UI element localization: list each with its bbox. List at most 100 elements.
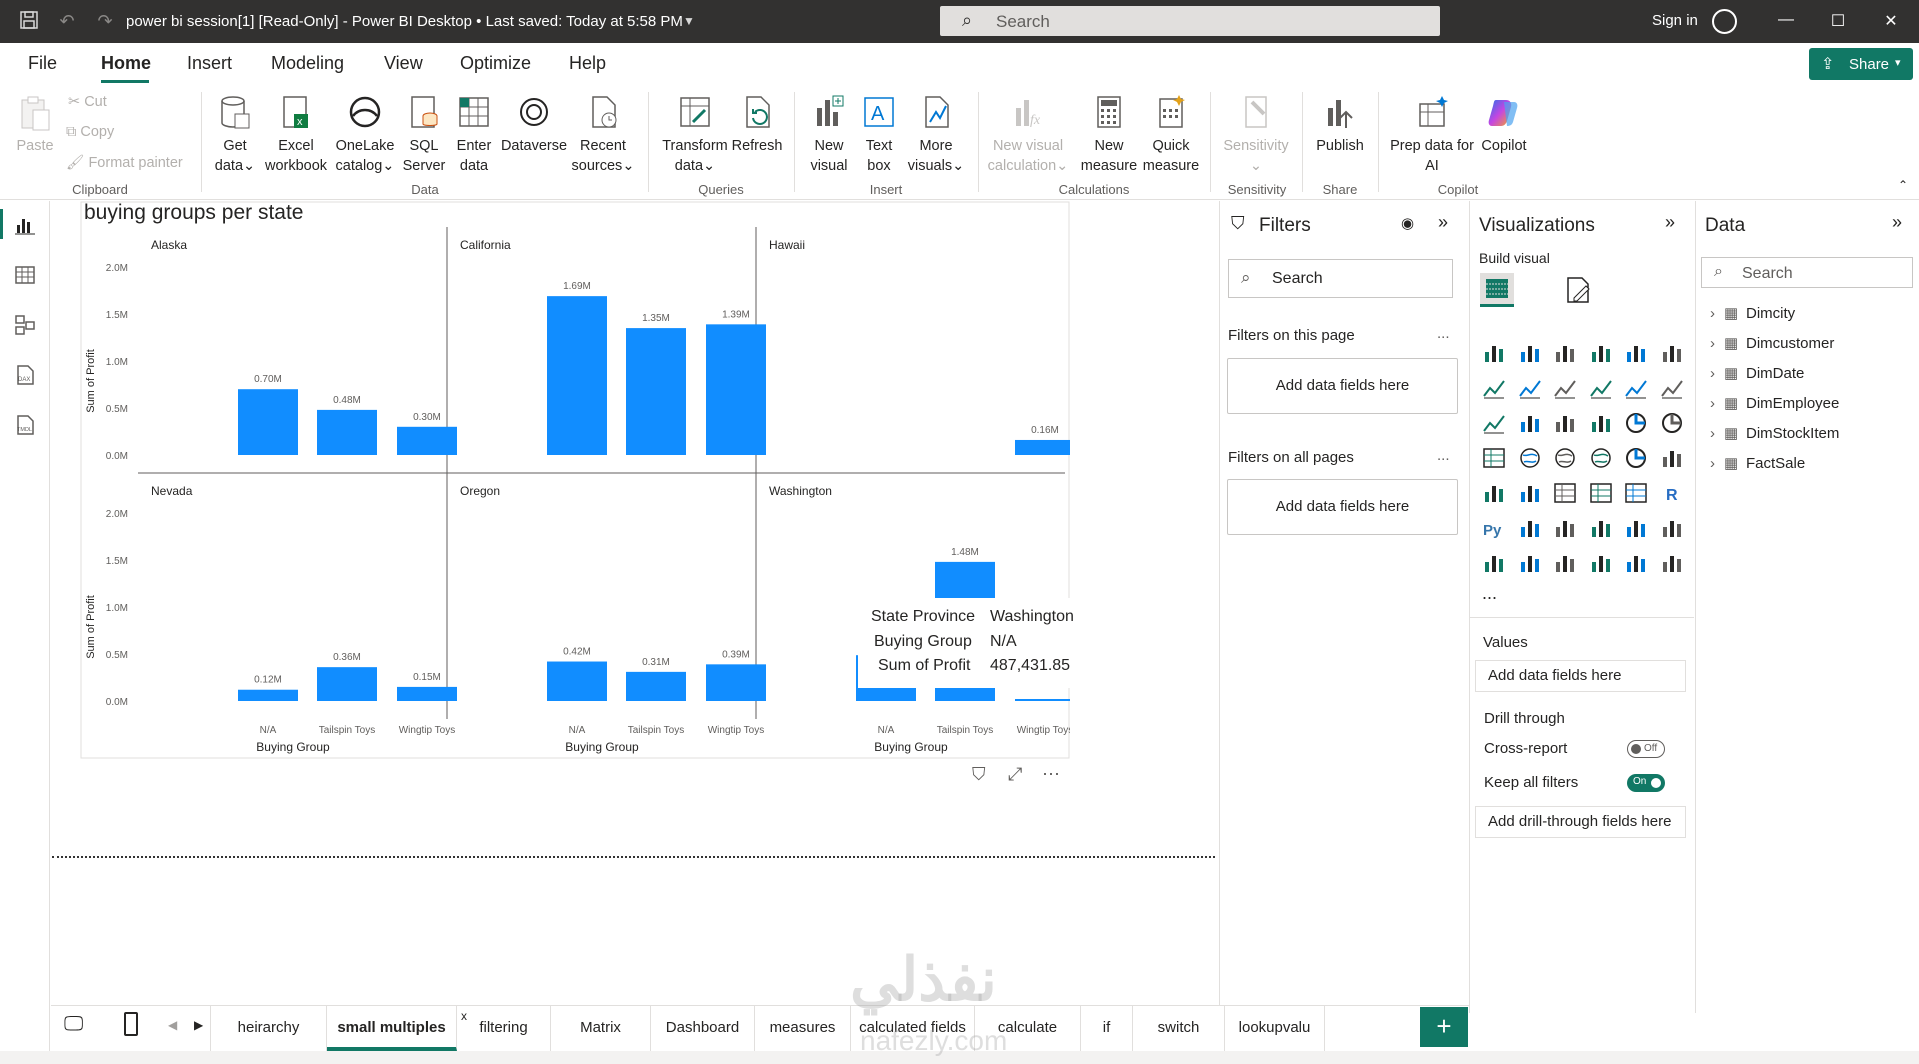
format-painter-button[interactable]: 🖌 Format painter [66,154,183,171]
clustered-column-chart-icon[interactable] [1588,340,1614,366]
pie-chart-icon[interactable] [1623,410,1649,436]
narrative-icon[interactable] [1623,550,1649,576]
decomposition-tree-icon[interactable] [1552,515,1578,541]
more-options-icon[interactable]: ... [1437,447,1450,464]
copilot-button[interactable]: Copilot [1474,94,1534,156]
report-view-icon[interactable] [13,213,37,237]
page-tab[interactable]: switch [1133,1005,1225,1051]
refresh-button[interactable]: Refresh [730,94,784,156]
redo-icon[interactable]: ↷ [94,10,116,32]
slicer-icon[interactable] [1552,480,1578,506]
cross-report-toggle[interactable]: Off [1627,740,1665,758]
area-chart-icon[interactable] [1517,375,1543,401]
minimize-icon[interactable]: — [1776,11,1796,29]
table-item[interactable]: › ▦ DimEmployee [1710,394,1839,412]
table-item[interactable]: › ▦ DimDate [1710,364,1804,382]
r-script-visual-icon[interactable]: R [1659,480,1685,506]
collapse-data-icon[interactable]: » [1892,212,1902,233]
add-page-button[interactable]: + [1420,1007,1468,1047]
collapse-filters-icon[interactable]: » [1438,212,1448,233]
menu-tab-insert[interactable]: Insert [187,53,232,74]
close-icon[interactable]: ✕ [1881,11,1901,31]
card-icon[interactable] [1659,445,1685,471]
close-page-icon[interactable]: x [461,1009,467,1023]
kpi-icon[interactable] [1517,480,1543,506]
menu-tab-optimize[interactable]: Optimize [460,53,531,74]
build-visual-tab[interactable] [1480,273,1514,307]
new-visual-calculation-button[interactable]: fx New visual calculation⌄ [986,94,1070,176]
model-view-icon[interactable] [13,313,37,337]
eye-icon[interactable]: ◉ [1401,214,1414,232]
transform-data-button[interactable]: Transform data⌄ [658,94,732,176]
paste-button[interactable]: Paste [14,94,56,156]
stacked-column-chart-icon[interactable] [1517,340,1543,366]
scatter-chart-icon[interactable] [1588,410,1614,436]
funnel-chart-icon[interactable] [1552,410,1578,436]
100-percent-bar-chart-icon[interactable] [1623,340,1649,366]
new-measure-button[interactable]: New measure [1078,94,1140,176]
filled-map-icon[interactable] [1552,445,1578,471]
page-tab[interactable]: if [1081,1005,1133,1051]
paginated-report-icon[interactable] [1481,550,1507,576]
share-button[interactable]: ⇪ Share ▾ [1809,48,1913,80]
desktop-layout-icon[interactable]: 🖵 [64,1013,83,1036]
gauge-icon[interactable] [1623,445,1649,471]
page-tab[interactable]: Dashboard [651,1005,755,1051]
save-icon[interactable] [18,10,40,32]
quick-measure-button[interactable]: Quick measure [1140,94,1202,176]
menu-tab-modeling[interactable]: Modeling [271,53,344,74]
stacked-bar-chart-icon[interactable] [1481,340,1507,366]
multi-row-card-icon[interactable] [1481,480,1507,506]
100-percent-column-chart-icon[interactable] [1659,340,1685,366]
copy-button[interactable]: ⧉ Copy [66,124,114,140]
excel-workbook-button[interactable]: x Excel workbook [262,94,330,176]
100-percent-area-chart-icon[interactable] [1588,375,1614,401]
menu-tab-file[interactable]: File [28,53,57,74]
more-options-icon[interactable]: ... [1437,325,1450,342]
undo-icon[interactable]: ↶ [56,10,78,32]
clustered-bar-chart-icon[interactable] [1552,340,1578,366]
treemap-icon[interactable] [1481,445,1507,471]
page-tab[interactable]: small multiples [327,1005,457,1051]
dataverse-button[interactable]: Dataverse [500,94,568,156]
ribbon-chart-icon[interactable] [1481,410,1507,436]
line-chart-icon[interactable] [1481,375,1507,401]
waterfall-chart-icon[interactable] [1517,410,1543,436]
fabric-visual-icon[interactable] [1659,550,1685,576]
smart-narrative-icon[interactable] [1623,515,1649,541]
more-visuals-button[interactable]: More visuals⌄ [904,94,968,176]
table-item[interactable]: › ▦ Dimcity [1710,304,1795,322]
menu-tab-view[interactable]: View [384,53,423,74]
maximize-icon[interactable]: ☐ [1828,11,1848,31]
table-item[interactable]: › ▦ Dimcustomer [1710,334,1834,352]
azure-map-icon[interactable] [1588,445,1614,471]
onelake-catalog-button[interactable]: OneLake catalog⌄ [332,94,398,176]
page-tab[interactable]: Matrix [551,1005,651,1051]
table-icon[interactable] [1588,480,1614,506]
publish-button[interactable]: Publish [1310,94,1370,156]
page-tab[interactable]: heirarchy [211,1005,327,1051]
data-search-input[interactable]: ⌕ Search [1701,257,1913,288]
page-tab[interactable]: filtering [457,1005,551,1051]
mobile-layout-icon[interactable] [124,1012,138,1036]
power-automate-icon[interactable] [1552,550,1578,576]
enter-data-button[interactable]: Enter data [450,94,498,176]
focus-mode-icon[interactable]: ⤢ [1008,764,1022,785]
python-visual-icon[interactable]: Py [1481,515,1507,541]
title-search-box[interactable]: ⌕ Search [940,6,1440,36]
scroll-right-icon[interactable]: ▶ [194,1018,203,1032]
drill-through-well[interactable]: Add drill-through fields here [1475,806,1686,838]
tmdl-view-icon[interactable]: TMDL [13,413,37,437]
sign-in-link[interactable]: Sign in [1652,12,1698,29]
get-data-button[interactable]: Get data⌄ [210,94,260,176]
recent-sources-button[interactable]: Recent sources⌄ [570,94,636,176]
new-card-icon[interactable] [1588,550,1614,576]
filters-this-page-well[interactable]: Add data fields here [1227,358,1458,414]
filter-icon[interactable]: ⛉ [972,764,986,785]
format-visual-tab[interactable] [1562,274,1594,306]
title-chevron-down-icon[interactable]: ▼ [678,10,700,32]
stacked-area-chart-icon[interactable] [1552,375,1578,401]
page-tab[interactable]: measures [755,1005,851,1051]
map-icon[interactable] [1517,445,1543,471]
sensitivity-button[interactable]: Sensitivity ⌄ [1218,94,1294,176]
